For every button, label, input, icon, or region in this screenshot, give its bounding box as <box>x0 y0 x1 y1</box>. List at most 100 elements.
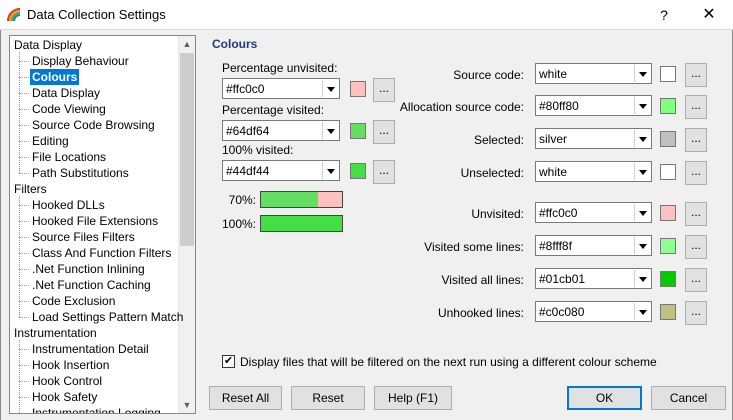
colour-combo[interactable]: #64df64 <box>222 120 340 141</box>
colour-combo[interactable]: white <box>535 63 652 84</box>
tree-item[interactable]: Code Exclusion <box>30 293 117 309</box>
tree-connector <box>19 349 29 350</box>
tree-item[interactable]: Display Behaviour <box>30 53 131 69</box>
colour-combo[interactable]: white <box>535 161 652 182</box>
chevron-down-icon[interactable] <box>634 204 650 221</box>
scroll-thumb[interactable] <box>180 53 194 246</box>
colour-picker-button[interactable]: ... <box>685 301 707 325</box>
tree-item[interactable]: Hooked File Extensions <box>30 213 160 229</box>
tree-item[interactable]: Hook Insertion <box>30 357 111 373</box>
combo-value: #c0c080 <box>539 305 585 319</box>
title-bar: Data Collection Settings ? ✕ <box>0 0 733 30</box>
chevron-down-icon[interactable] <box>634 270 650 287</box>
colour-combo[interactable]: #ffc0c0 <box>535 202 652 223</box>
tree-item[interactable]: Code Viewing <box>30 101 108 117</box>
colour-combo[interactable]: #80ff80 <box>535 95 652 116</box>
tree-item[interactable]: Filters <box>12 181 49 197</box>
chevron-down-icon[interactable] <box>322 162 338 179</box>
tree-item[interactable]: Source Files Filters <box>30 229 137 245</box>
colour-picker-button[interactable]: ... <box>685 63 707 87</box>
combo-value: #ffc0c0 <box>226 82 265 96</box>
tree-item[interactable]: Data Display <box>30 85 102 101</box>
colour-picker-button[interactable]: ... <box>685 235 707 259</box>
cancel-button[interactable]: Cancel <box>651 386 726 410</box>
tree-item[interactable]: Source Code Browsing <box>30 117 157 133</box>
coverage-bar <box>260 191 343 208</box>
tree-item[interactable]: Path Substitutions <box>30 165 131 181</box>
colour-picker-button[interactable]: ... <box>685 268 707 292</box>
tree-scrollbar[interactable]: ▲ ▼ <box>178 36 195 413</box>
tree-item[interactable]: File Locations <box>30 149 108 165</box>
colour-combo[interactable]: #8fff8f <box>535 235 652 256</box>
tree-connector <box>19 397 29 398</box>
chevron-down-icon[interactable] <box>634 303 650 320</box>
tree-item[interactable]: Instrumentation Detail <box>30 341 151 357</box>
tree-connector <box>19 381 29 382</box>
chevron-down-icon[interactable] <box>634 97 650 114</box>
colour-combo[interactable]: #ffc0c0 <box>222 78 340 99</box>
chevron-down-icon[interactable] <box>634 65 650 82</box>
colour-label: Visited all lines: <box>441 273 525 287</box>
colour-combo[interactable]: #44df44 <box>222 160 340 181</box>
tree-item[interactable]: Hook Safety <box>30 389 99 405</box>
chevron-down-icon[interactable] <box>634 130 650 147</box>
tree-item[interactable]: Hook Control <box>30 373 104 389</box>
tree-connector <box>19 61 29 62</box>
tree-connector <box>19 109 29 110</box>
colour-swatch <box>350 81 366 97</box>
filtered-files-label: Display files that will be filtered on t… <box>240 355 657 369</box>
tree-item[interactable]: .Net Function Inlining <box>30 261 147 277</box>
colour-combo[interactable]: #01cb01 <box>535 268 652 289</box>
tree-connector <box>19 205 29 206</box>
tree-item[interactable]: Instrumentation <box>12 325 99 341</box>
tree-item[interactable]: Editing <box>30 133 71 149</box>
tree-item[interactable]: Load Settings Pattern Match <box>30 309 185 325</box>
window-border-left <box>0 30 1 420</box>
tree-connector <box>19 317 29 318</box>
tree-item[interactable]: .Net Function Caching <box>30 277 153 293</box>
chevron-down-icon[interactable] <box>634 237 650 254</box>
chevron-down-icon[interactable] <box>322 80 338 97</box>
combo-value: #01cb01 <box>539 272 586 286</box>
tree-item[interactable]: Colours <box>30 69 80 85</box>
tree-connector <box>19 365 29 366</box>
chevron-down-icon[interactable] <box>634 163 650 180</box>
scroll-up-icon[interactable]: ▲ <box>179 36 195 52</box>
colour-swatch <box>660 238 676 254</box>
tree-item[interactable]: Instrumentation Logging <box>30 405 163 413</box>
combo-value: white <box>539 165 568 179</box>
tree-connector <box>19 253 29 254</box>
tree-item[interactable]: Hooked DLLs <box>30 197 107 213</box>
combo-value: white <box>539 67 568 81</box>
tree-connector <box>19 93 29 94</box>
tree-connector <box>19 301 29 302</box>
help-button[interactable]: Help (F1) <box>374 386 452 410</box>
colour-label: Source code: <box>453 68 524 82</box>
colour-label: Percentage visited: <box>222 103 325 117</box>
colour-swatch <box>660 304 676 320</box>
colour-picker-button[interactable]: ... <box>685 128 707 152</box>
tree-item[interactable]: Class And Function Filters <box>30 245 173 261</box>
ok-button[interactable]: OK <box>567 386 642 410</box>
help-icon[interactable]: ? <box>652 5 676 25</box>
colour-combo[interactable]: silver <box>535 128 652 149</box>
reset-button[interactable]: Reset <box>291 386 365 410</box>
filtered-files-checkbox[interactable]: ✔ <box>222 355 235 368</box>
colour-swatch <box>660 131 676 147</box>
reset-all-button[interactable]: Reset All <box>209 386 282 410</box>
colour-swatch <box>660 205 676 221</box>
colour-swatch <box>660 271 676 287</box>
colour-picker-button[interactable]: ... <box>685 202 707 226</box>
chevron-down-icon[interactable] <box>322 122 338 139</box>
tree-item[interactable]: Data Display <box>12 37 84 53</box>
tree-connector <box>19 269 29 270</box>
settings-tree[interactable]: ▲ ▼ Data Display Display Behaviour Colours… <box>9 35 196 414</box>
colour-combo[interactable]: #c0c080 <box>535 301 652 322</box>
tree-connector <box>19 413 29 414</box>
colour-picker-button[interactable]: ... <box>685 161 707 185</box>
combo-value: #64df64 <box>226 124 270 138</box>
colour-picker-button[interactable]: ... <box>685 95 707 119</box>
coverage-bar <box>260 215 343 232</box>
scroll-down-icon[interactable]: ▼ <box>179 397 195 413</box>
close-icon[interactable]: ✕ <box>697 5 721 25</box>
